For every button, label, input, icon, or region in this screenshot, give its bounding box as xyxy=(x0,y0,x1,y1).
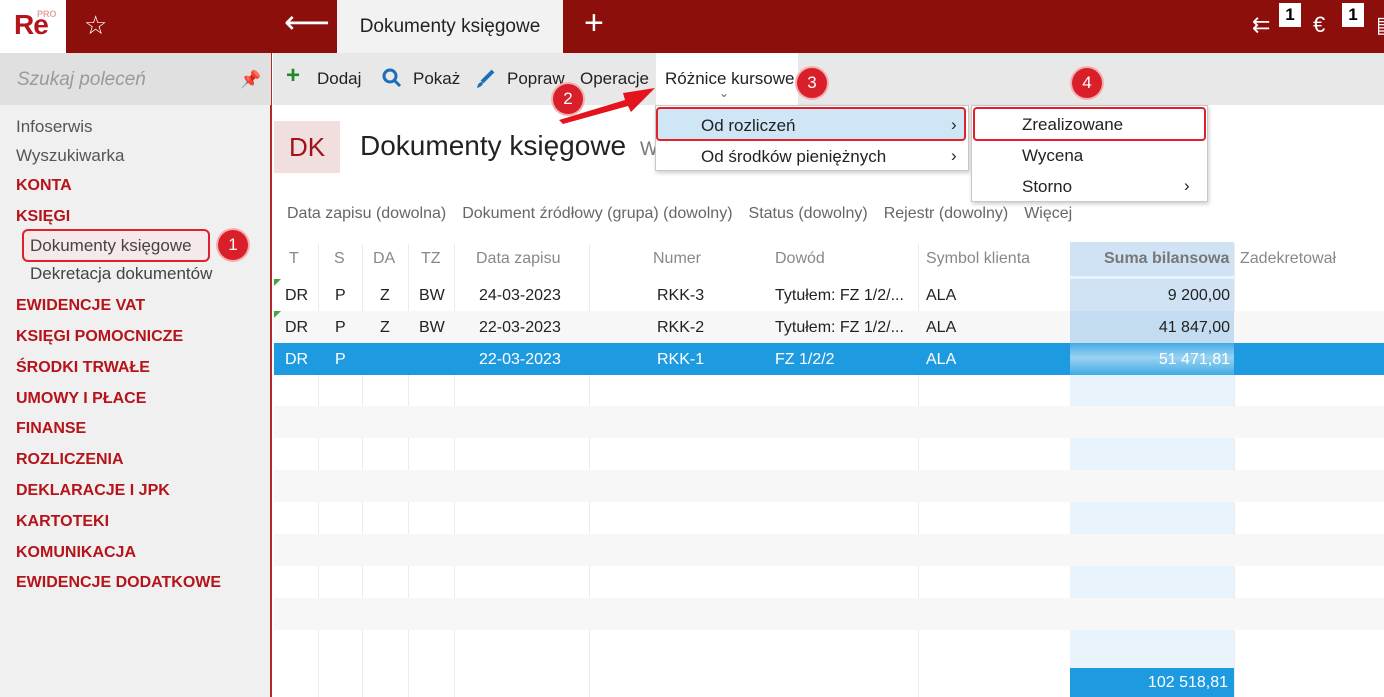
sidebar-item-kartoteki[interactable]: KARTOTEKI xyxy=(16,513,109,531)
cell-client: ALA xyxy=(926,351,957,368)
menu-item-from-cash[interactable]: Od środków pieniężnych xyxy=(701,147,886,167)
documents-count-badge: 1 xyxy=(1279,3,1301,27)
sidebar-item-konta[interactable]: KONTA xyxy=(16,177,72,195)
cell-sum: 51 471,81 xyxy=(1158,351,1230,368)
filter-more[interactable]: Więcej xyxy=(1024,205,1072,222)
cell-t: DR xyxy=(285,287,309,304)
sidebar-item-finanse[interactable]: FINANSE xyxy=(16,420,86,438)
sidebar-item-srodki-trwale[interactable]: ŚRODKI TRWAŁE xyxy=(16,359,150,377)
cell-date: 24-03-2023 xyxy=(479,287,561,304)
tab-dokumenty-ksiegowe[interactable]: Dokumenty księgowe xyxy=(337,0,563,53)
cell-proof: FZ 1/2/2 xyxy=(775,351,835,368)
column-header-da[interactable]: DA xyxy=(373,250,395,268)
search-icon[interactable] xyxy=(381,67,403,94)
chevron-down-icon: ⌄ xyxy=(719,86,730,100)
show-button[interactable]: Pokaż xyxy=(413,69,460,89)
column-header-proof[interactable]: Dowód xyxy=(775,250,825,268)
cell-client: ALA xyxy=(926,319,957,336)
new-tab-plus-icon[interactable]: + xyxy=(584,6,604,40)
plus-icon[interactable]: + xyxy=(286,64,300,88)
filter-status[interactable]: Status (dowolny) xyxy=(749,205,868,222)
submenu-item-valuation[interactable]: Wycena xyxy=(1022,146,1083,166)
sidebar-item-rozliczenia[interactable]: ROZLICZENIA xyxy=(16,451,124,469)
chevron-right-icon: › xyxy=(1184,176,1190,195)
back-arrow-icon[interactable]: ⟵ xyxy=(284,6,330,38)
search-input[interactable]: Szukaj poleceń xyxy=(17,69,146,91)
euro-icon[interactable]: € xyxy=(1313,14,1325,36)
menu-item-from-settlements[interactable]: Od rozliczeń xyxy=(701,116,795,136)
empty-row xyxy=(274,534,1384,566)
exchange-differences-button[interactable]: Różnice kursowe xyxy=(665,69,794,89)
empty-row xyxy=(274,406,1384,438)
cell-tz: BW xyxy=(419,319,445,336)
column-header-sum[interactable]: Suma bilansowa xyxy=(1104,250,1229,268)
sidebar-item-wyszukiwarka[interactable]: Wyszukiwarka xyxy=(16,146,124,166)
documents-stack-icon[interactable]: ⇇ xyxy=(1252,14,1270,36)
cell-s: P xyxy=(335,351,346,368)
column-header-date[interactable]: Data zapisu xyxy=(476,250,561,268)
cell-number: RKK-3 xyxy=(657,287,705,304)
cell-sum: 41 847,00 xyxy=(1158,319,1230,336)
cell-da: Z xyxy=(380,319,390,336)
sidebar-item-deklaracje-jpk[interactable]: DEKLARACJE I JPK xyxy=(16,482,170,500)
submenu-item-reversal[interactable]: Storno xyxy=(1022,177,1072,197)
cell-proof: Tytułem: FZ 1/2/... xyxy=(775,319,904,336)
column-header-t[interactable]: T xyxy=(289,250,299,268)
add-button[interactable]: Dodaj xyxy=(317,69,361,89)
filter-date[interactable]: Data zapisu (dowolna) xyxy=(287,205,446,222)
sidebar-item-umowy-place[interactable]: UMOWY I PŁACE xyxy=(16,390,146,408)
sidebar-item-dekretacja[interactable]: Dekretacja dokumentów xyxy=(30,264,212,284)
sidebar-item-ewidencje-vat[interactable]: EWIDENCJE VAT xyxy=(16,297,145,315)
sidebar-item-ewidencje-dodatkowe[interactable]: EWIDENCJE DODATKOWE xyxy=(16,574,221,592)
module-code-badge: DK xyxy=(274,121,340,173)
currency-count-badge: 1 xyxy=(1342,3,1364,27)
step-badge-4: 4 xyxy=(1072,68,1102,98)
cell-proof: Tytułem: FZ 1/2/... xyxy=(775,287,904,304)
column-header-client-symbol[interactable]: Symbol klienta xyxy=(926,250,1030,268)
cell-number: RKK-2 xyxy=(657,319,705,336)
list-icon[interactable]: ▤ xyxy=(1376,14,1384,36)
empty-row xyxy=(274,470,1384,502)
filter-bar: Data zapisu (dowolna) Dokument źródłowy (… xyxy=(287,205,1088,223)
filter-source-document[interactable]: Dokument źródłowy (grupa) (dowolny) xyxy=(462,205,732,222)
chevron-right-icon: › xyxy=(951,146,957,165)
cell-s: P xyxy=(335,287,346,304)
cell-da: Z xyxy=(380,287,390,304)
chevron-right-icon: › xyxy=(951,115,957,134)
sidebar-item-ksiegi-pomocnicze[interactable]: KSIĘGI POMOCNICZE xyxy=(16,328,183,346)
column-header-number[interactable]: Numer xyxy=(653,250,701,268)
filter-register[interactable]: Rejestr (dowolny) xyxy=(884,205,1008,222)
step-badge-3: 3 xyxy=(797,68,827,98)
cell-number: RKK-1 xyxy=(657,351,705,368)
logo-superscript: PRO xyxy=(37,9,57,19)
top-bar xyxy=(0,0,1384,53)
cell-t: DR xyxy=(285,351,309,368)
page-title: Dokumenty księgowe xyxy=(360,130,627,161)
star-icon[interactable]: ☆ xyxy=(84,12,107,38)
pin-icon[interactable]: 📌 xyxy=(240,70,261,90)
cell-t: DR xyxy=(285,319,309,336)
sidebar-item-ksiegi[interactable]: KSIĘGI xyxy=(16,208,70,226)
step-badge-2: 2 xyxy=(553,84,583,114)
sidebar-item-dokumenty-ksiegowe[interactable]: Dokumenty księgowe xyxy=(30,236,192,256)
new-marker-icon xyxy=(274,311,281,318)
cell-s: P xyxy=(335,319,346,336)
total-sum: 102 518,81 xyxy=(1147,674,1228,691)
cell-sum: 9 200,00 xyxy=(1167,287,1230,304)
cell-date: 22-03-2023 xyxy=(479,319,561,336)
column-header-tz[interactable]: TZ xyxy=(421,250,441,268)
submenu-item-realized[interactable]: Zrealizowane xyxy=(1022,115,1123,135)
sidebar-item-infoserwis[interactable]: Infoserwis xyxy=(16,117,93,137)
column-header-posted-by[interactable]: Zadekretował xyxy=(1240,250,1336,268)
cell-date: 22-03-2023 xyxy=(479,351,561,368)
sidebar-item-komunikacja[interactable]: KOMUNIKACJA xyxy=(16,544,136,562)
column-header-s[interactable]: S xyxy=(334,250,345,268)
brush-icon[interactable] xyxy=(474,68,496,95)
cell-tz: BW xyxy=(419,287,445,304)
step-badge-1: 1 xyxy=(218,230,248,260)
empty-row xyxy=(274,598,1384,630)
cell-client: ALA xyxy=(926,287,957,304)
new-marker-icon xyxy=(274,279,281,286)
